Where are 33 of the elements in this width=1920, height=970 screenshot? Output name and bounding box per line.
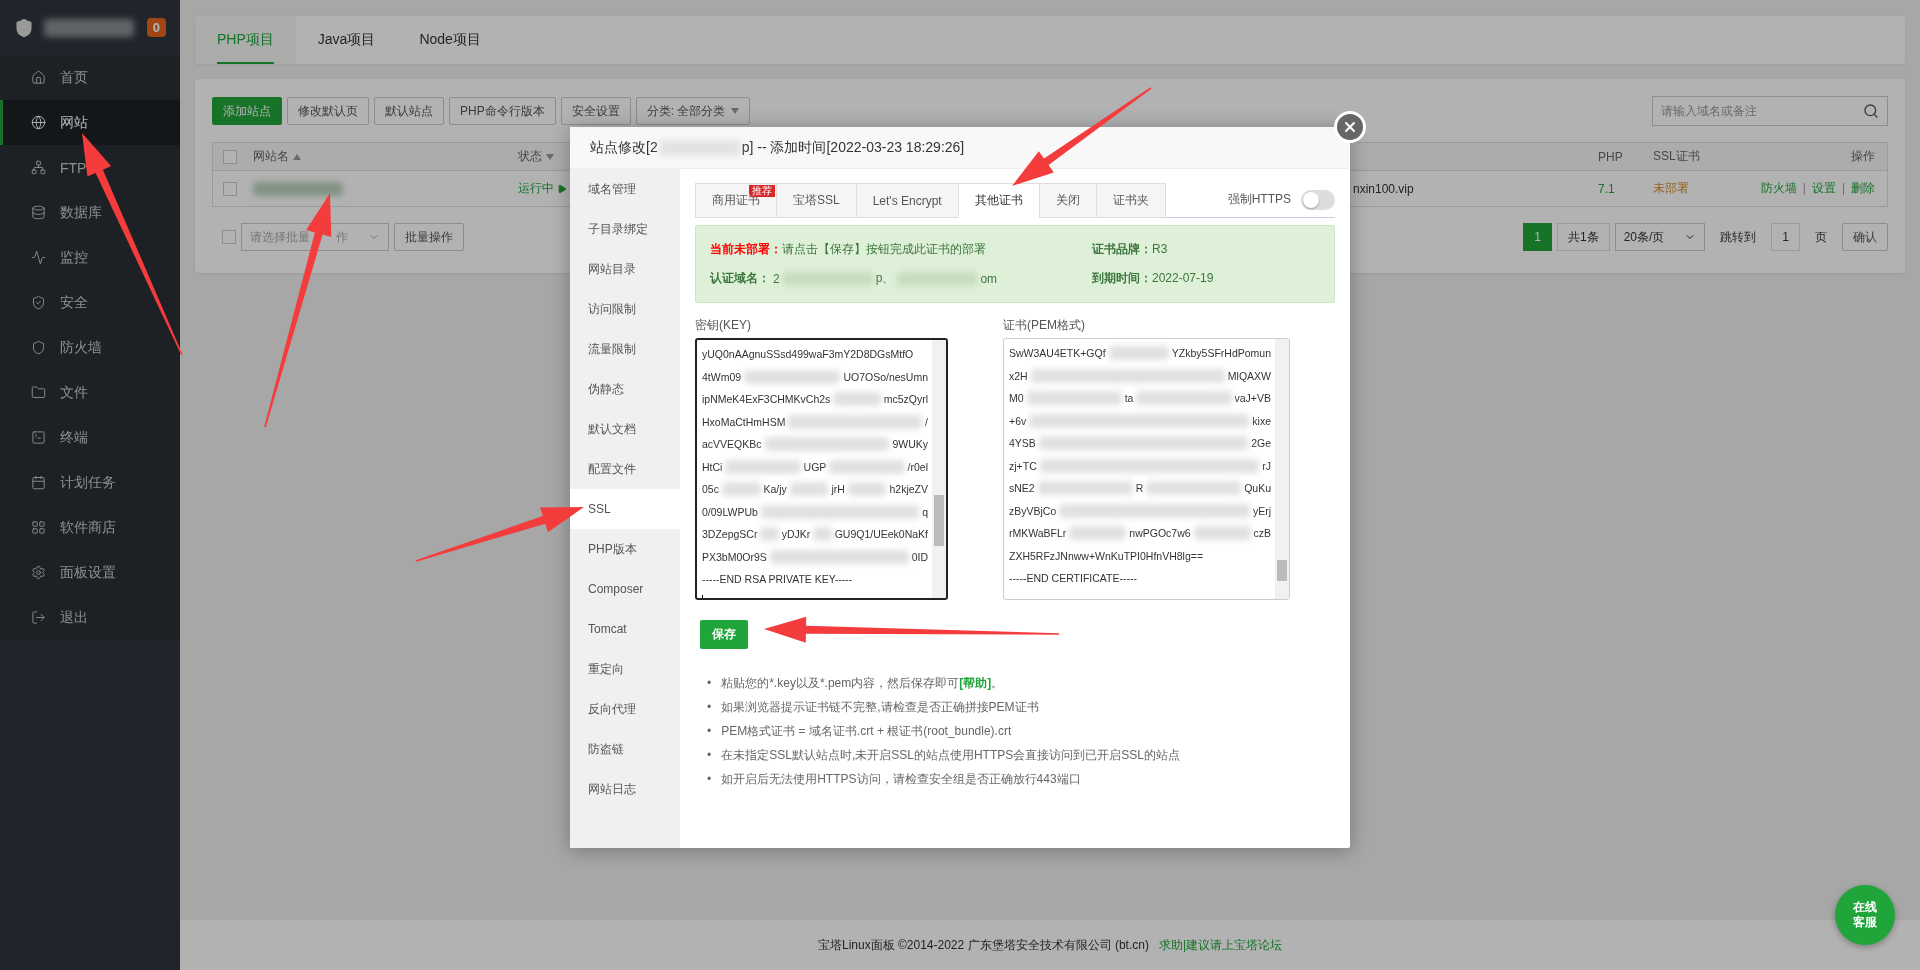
remark-text: nxin100.vip	[1353, 181, 1415, 196]
brand-text: 证书品牌：R3	[1092, 241, 1169, 258]
recommend-ribbon: 推荐	[749, 185, 775, 197]
help-note: PEM格式证书 = 域名证书.crt + 根证书(root_bundle).crt	[721, 723, 1012, 740]
status-message: 当前未部署：请点击【保存】按钮完成此证书的部署	[710, 241, 987, 258]
help-note: 如果浏览器提示证书链不完整,请检查是否正确拼接PEM证书	[721, 699, 1039, 716]
separator-text: |	[1841, 181, 1845, 195]
copyright-text: 宝塔Linux面板 ©2014-2022 广东堡塔安全技术有限公司 (bt.cn)	[817, 936, 1149, 954]
domain-label: 认证域名：	[710, 270, 770, 287]
jump-label: 跳转到	[1720, 228, 1757, 246]
column-header: SSL证书	[1653, 148, 1701, 165]
domain-text: om	[980, 271, 998, 286]
field-label: 密钥(KEY)	[695, 317, 752, 334]
field-label: 证书(PEM格式)	[1003, 317, 1086, 334]
separator-text: |	[1802, 181, 1806, 195]
column-header: PHP	[1598, 149, 1624, 164]
column-header: 操作	[1851, 148, 1875, 165]
toggle-label: 强制HTTPS	[1227, 191, 1291, 208]
dialog-title: p] -- 添加时间[2022-03-23 18:29:26]	[741, 138, 965, 157]
help-note: 在未指定SSL默认站点时,未开启SSL的站点使用HTTPS会直接访问到已开启SSL的站点	[721, 747, 1180, 764]
bullet-text: •	[707, 699, 712, 716]
help-note: 粘贴您的*.key以及*.pem内容，然后保存即可[帮助]。	[721, 675, 1004, 692]
help-note: 如开启后无法使用HTTPS访问，请检查安全组是否正确放行443端口	[721, 771, 1081, 788]
dialog-title: 站点修改[2	[590, 138, 658, 157]
domain-text: p、	[875, 270, 895, 287]
bullet-text: •	[707, 723, 712, 740]
page-unit: 页	[1815, 228, 1827, 246]
bullet-text: •	[707, 747, 712, 764]
total-count: 共1条	[1556, 223, 1610, 251]
expiry-text: 到期时间：2022-07-19	[1092, 270, 1215, 287]
bullet-text: •	[707, 771, 712, 788]
bullet-text: •	[707, 675, 712, 692]
domain-text: 2	[773, 271, 780, 286]
